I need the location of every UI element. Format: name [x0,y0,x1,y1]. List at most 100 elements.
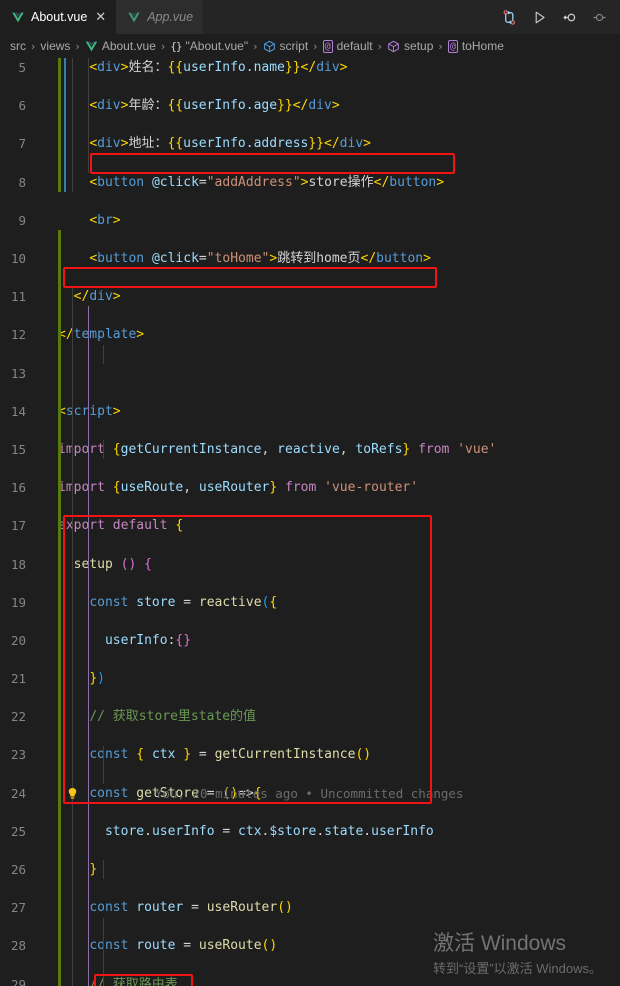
code-line[interactable]: 7 <div>地址：{{userInfo.address}}</div> [0,134,620,153]
breadcrumb-item-src[interactable]: src [10,39,26,53]
code-line[interactable]: 29 // 获取路由表 [0,975,620,986]
code-text: import {getCurrentInstance, reactive, to… [58,441,497,457]
breadcrumb-item-about-vue-symbol[interactable]: {} "About.vue" [170,39,248,53]
line-number: 20 [10,632,26,648]
code-line[interactable]: 9 <br> [0,211,620,230]
code-line[interactable]: 20 userInfo:{} [0,631,620,650]
purple-cube-icon [388,40,399,52]
breadcrumb-separator: › [253,39,258,53]
breadcrumb-label: setup [404,39,434,53]
code-line[interactable]: 26 } [0,860,620,879]
line-number: 26 [10,862,26,878]
line-number: 9 [18,212,26,228]
blue-cube-icon [263,40,275,52]
code-line[interactable]: 13 [0,364,620,383]
breadcrumb-item-setup[interactable]: setup [387,39,433,53]
tab-about-vue[interactable]: About.vue ✕ [0,0,117,34]
breadcrumb-item-script[interactable]: script [263,39,308,53]
code-line[interactable]: 16 import {useRoute, useRouter} from 'vue… [0,478,620,497]
code-line[interactable]: 15 import {getCurrentInstance, reactive, … [0,440,620,459]
code-text: setup () { [73,556,152,572]
breadcrumb-label: default [336,39,373,53]
line-number: 29 [10,976,26,986]
tab-close-icon[interactable]: ✕ [95,11,106,24]
line-number: 22 [10,709,26,725]
indent-guide [87,306,89,986]
code-line[interactable]: 8 <button @click="addAddress">store操作</b… [0,173,620,192]
git-modified-gutter-marker[interactable] [58,229,61,986]
line-number: 10 [10,250,26,266]
code-line[interactable]: 5 <div>姓名：{{userInfo.name}}</div> [0,58,620,77]
breadcrumb-item-tohome[interactable]: @ toHome [447,39,504,53]
code-line[interactable]: 21 }) [0,669,620,688]
code-line[interactable]: 22 // 获取store里state的值 [0,707,620,726]
code-line[interactable]: 28 const route = useRoute() [0,936,620,955]
vue-file-icon [85,41,98,51]
code-text: <br> [89,212,121,228]
code-line[interactable]: 6 <div>年龄：{{userInfo.age}}</div> [0,96,620,115]
code-line[interactable]: 27 const router = useRouter() [0,898,620,917]
code-text: import {useRoute, useRouter} from 'vue-r… [58,480,419,496]
indent-guide [103,917,105,986]
code-text: <script> [58,403,121,419]
code-line[interactable]: 11 </div> [0,287,620,306]
line-number: 19 [10,594,26,610]
vue-file-icon [12,12,24,22]
line-number: 12 [10,327,26,343]
code-line[interactable]: 23 const { ctx } = getCurrentInstance() [0,745,620,764]
at-symbol-icon: @ [322,39,333,53]
code-text: userInfo:{} [104,632,192,648]
breadcrumb-item-views[interactable]: views [40,39,70,53]
vue-file-icon [128,12,140,22]
tab-app-vue[interactable]: App.vue [116,0,204,34]
line-number: 11 [10,289,26,305]
breadcrumb-separator: › [75,39,80,53]
breadcrumb-separator: › [313,39,318,53]
code-text: const getStore = ()=>{ [89,785,262,801]
editor-actions [493,0,620,34]
tab-label: About.vue [31,10,88,24]
code-line[interactable]: 25 store.userInfo = ctx.$store.state.use… [0,822,620,841]
line-number: 6 [18,98,26,114]
selection-gutter-marker [64,58,66,192]
line-number: 28 [10,938,26,954]
line-number: 13 [10,365,26,381]
breadcrumb-label: About.vue [101,39,156,53]
code-text: const router = useRouter() [89,900,293,916]
braces-icon: {} [170,39,182,53]
breadcrumb-label: toHome [461,39,504,53]
quick-fix-lightbulb-icon[interactable] [66,786,79,801]
breadcrumb-item-default[interactable]: @ default [322,39,373,53]
code-line[interactable]: 18 setup () { [0,555,620,574]
indent-guide [87,58,89,173]
breadcrumb-label: "About.vue" [185,39,249,53]
code-text: </div> [73,289,121,305]
code-line[interactable]: 14 <script> [0,402,620,421]
code-line[interactable]: 24 const getStore = ()=>{ [0,784,620,803]
code-line[interactable]: 17 export default { [0,516,620,535]
split-editor-icon[interactable] [501,9,518,26]
line-number: 24 [10,785,26,801]
code-line[interactable]: 12 </template> [0,325,620,344]
git-modified-gutter-marker[interactable] [58,58,61,192]
code-line[interactable]: 19 const store = reactive({ [0,593,620,612]
debug-alt-icon[interactable] [561,9,578,26]
code-editor[interactable]: 5 <div>姓名：{{userInfo.name}}</div> 6 <div>… [0,58,620,986]
line-number: 14 [10,403,26,419]
code-text: </template> [58,327,145,343]
code-line[interactable]: 10 <button @click="toHome">跳转到home页</but… [0,249,620,268]
run-play-icon[interactable] [531,9,548,26]
more-actions-icon[interactable] [591,9,608,26]
code-text: const store = reactive({ [89,594,278,610]
code-text: const route = useRoute() [89,938,278,954]
line-number: 27 [10,900,26,916]
code-text: export default { [58,518,184,534]
code-text: <div>姓名：{{userInfo.name}}</div> [89,60,348,75]
code-text: }) [89,671,105,687]
breadcrumb-item-about-vue[interactable]: About.vue [85,39,156,53]
line-number: 8 [18,174,26,190]
code-text: <div>年龄：{{userInfo.age}}</div> [89,98,340,114]
breadcrumb-separator: › [160,39,166,53]
line-number: 25 [10,823,26,839]
code-text: <button @click="addAddress">store操作</but… [89,174,445,190]
